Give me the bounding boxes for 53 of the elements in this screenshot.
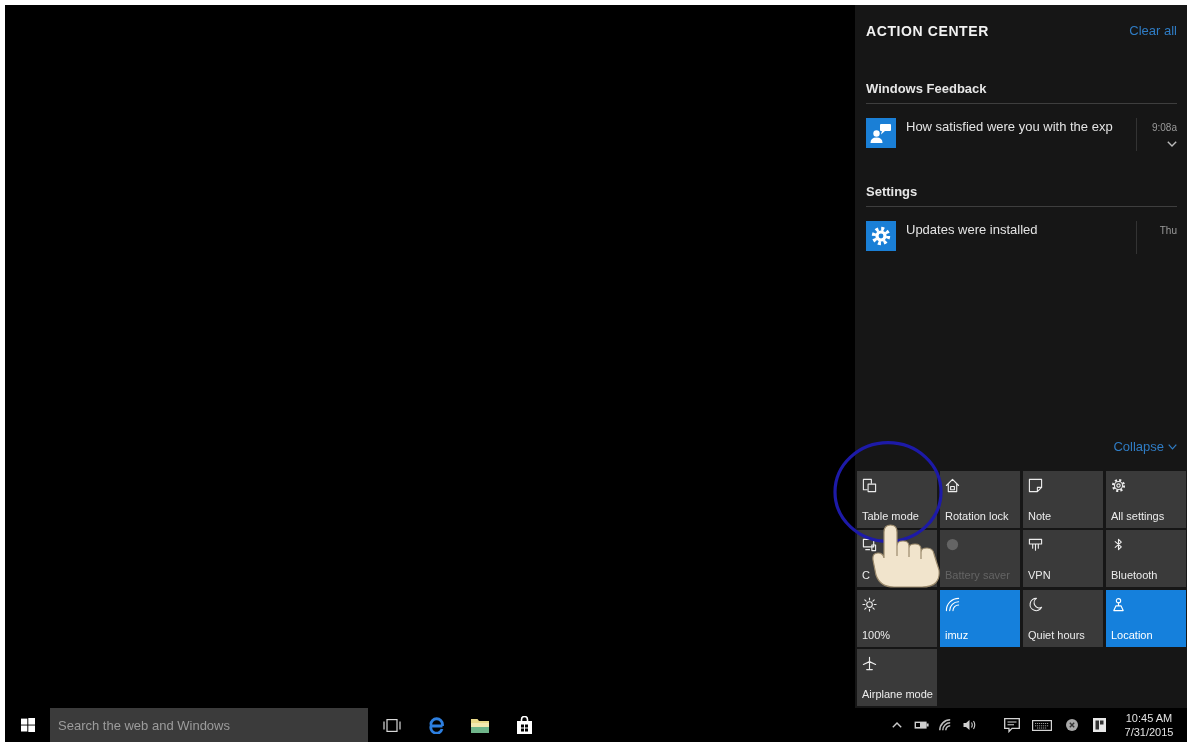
person-speech-icon xyxy=(866,118,896,148)
airplane-icon xyxy=(862,656,877,671)
shopping-bag-icon[interactable] xyxy=(516,716,532,734)
pointing-hand-overlay xyxy=(872,524,942,588)
block-square-icon[interactable] xyxy=(1092,718,1106,732)
windows-logo-icon[interactable] xyxy=(20,718,35,732)
quick-action-tile[interactable]: Quiet hours xyxy=(1023,589,1103,647)
e-logo-icon[interactable] xyxy=(427,716,445,734)
quick-action-tile[interactable]: Note xyxy=(1023,470,1103,528)
keyboard-icon[interactable] xyxy=(1032,719,1052,731)
notification-text: How satisfied were you with the exp xyxy=(906,119,1113,135)
quick-action-tile[interactable]: VPN xyxy=(1023,530,1103,587)
moon-icon xyxy=(1028,596,1043,612)
x-circle-icon[interactable] xyxy=(1066,719,1078,731)
quick-action-tile[interactable]: Bluetooth xyxy=(1106,530,1186,587)
collapse-button[interactable]: Collapse xyxy=(1113,438,1177,455)
wifi-icon xyxy=(945,596,960,612)
clock-date: 7/31/2015 xyxy=(1124,725,1174,739)
speaker-icon[interactable] xyxy=(962,719,976,731)
clock-time: 10:45 AM xyxy=(1125,711,1173,725)
panel-title: ACTION CENTER xyxy=(866,23,989,39)
app-group-title: Settings xyxy=(866,183,918,199)
quick-action-tile[interactable]: Airplane mode xyxy=(857,649,937,706)
gear-icon xyxy=(866,221,896,251)
app-group-title: Windows Feedback xyxy=(866,80,987,96)
quick-action-tile[interactable]: Location xyxy=(1106,589,1186,647)
folder-icon[interactable] xyxy=(471,717,489,733)
battery-icon[interactable] xyxy=(913,720,929,730)
chevron-up-icon[interactable] xyxy=(892,722,902,728)
notification-time: 9:08a xyxy=(1151,121,1177,135)
gear-icon xyxy=(1111,477,1126,493)
notification-time: Thu xyxy=(1159,224,1177,238)
window-stack-icon[interactable] xyxy=(383,718,401,732)
overlapping-rectangles-icon xyxy=(862,477,877,493)
quick-action-tile[interactable]: Rotation lock xyxy=(940,470,1020,528)
disc-icon xyxy=(945,537,960,552)
chevron-down-icon[interactable] xyxy=(1167,141,1177,147)
quick-action-tile[interactable]: All settings xyxy=(1106,470,1186,528)
notification-text: Updates were installed xyxy=(906,222,1038,238)
plug-icon xyxy=(1028,537,1043,552)
note-icon xyxy=(1028,477,1043,493)
message-icon[interactable] xyxy=(1004,717,1020,733)
search-field[interactable]: Search the web and Windows xyxy=(50,708,368,742)
quick-action-tile[interactable]: imuz xyxy=(940,589,1020,647)
quick-action-tile[interactable]: Table mode xyxy=(857,470,937,528)
wifi-icon[interactable] xyxy=(938,719,952,731)
sun-icon xyxy=(862,596,877,612)
monitor-phone-icon xyxy=(862,537,877,552)
person-marker-icon xyxy=(1111,596,1126,612)
chevron-down-icon xyxy=(1168,443,1177,450)
quick-action-tile[interactable]: 100% xyxy=(857,589,937,647)
clear-all-button[interactable]: Clear all xyxy=(1129,23,1177,39)
house-icon xyxy=(945,477,960,493)
